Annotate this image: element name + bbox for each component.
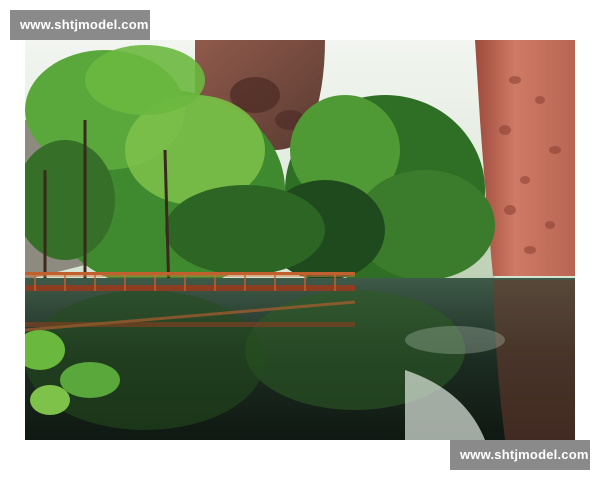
landscape-illustration: [25, 40, 575, 440]
watermark-bottom-right: www.shtjmodel.com: [450, 440, 590, 470]
landscape-photo: [25, 40, 575, 440]
water-highlight: [405, 326, 505, 354]
watermark-top-left: www.shtjmodel.com: [10, 10, 150, 40]
cliff-reflection: [493, 280, 575, 440]
